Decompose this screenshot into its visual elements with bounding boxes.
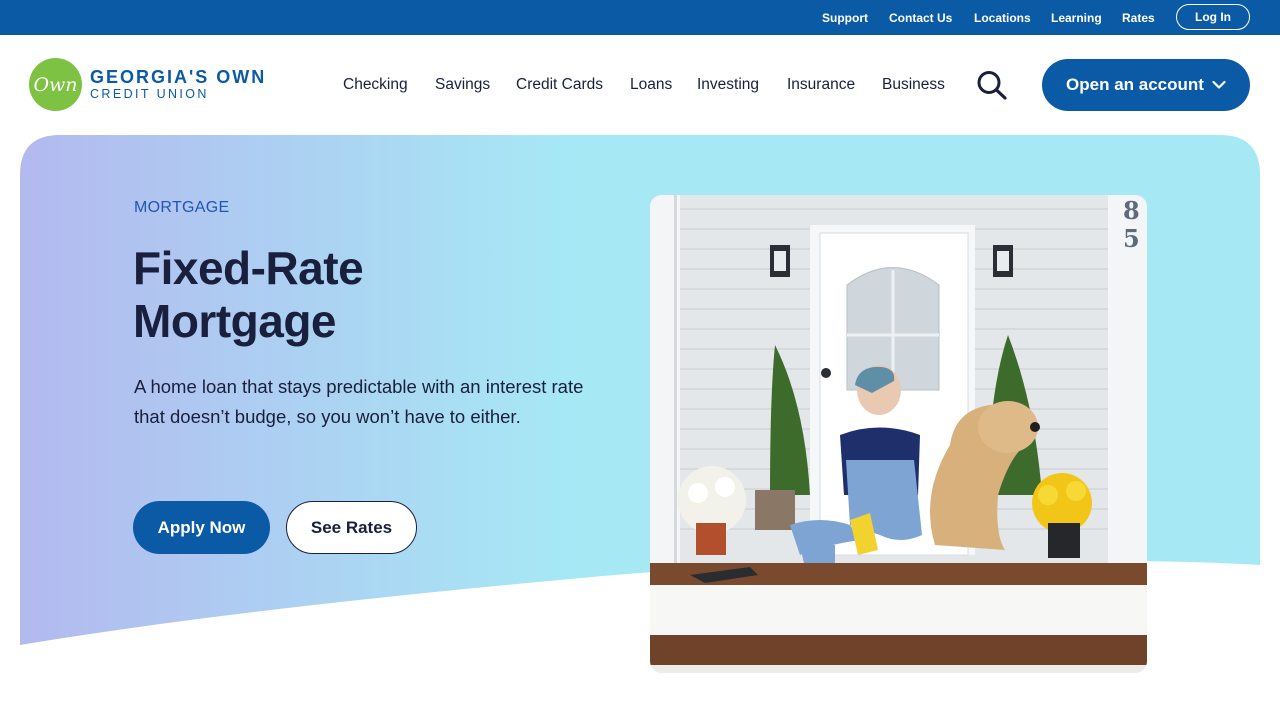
- hero-description: A home loan that stays predictable with …: [134, 376, 584, 427]
- logo[interactable]: Own GEORGIA'S OWN CREDIT UNION: [29, 58, 279, 112]
- utility-link-support[interactable]: Support: [822, 11, 868, 25]
- nav-item-investing[interactable]: Investing: [697, 76, 759, 94]
- logo-subtitle: CREDIT UNION: [90, 87, 209, 101]
- utility-link-learning[interactable]: Learning: [1051, 11, 1102, 25]
- utility-bar: Support Contact Us Locations Learning Ra…: [0, 0, 1280, 35]
- see-rates-button[interactable]: See Rates: [286, 501, 417, 554]
- page-title: Fixed-Rate Mortgage: [133, 242, 364, 347]
- porch-illustration: 8 5: [650, 195, 1147, 673]
- nav-item-business[interactable]: Business: [882, 76, 945, 94]
- open-account-button[interactable]: Open an account: [1042, 59, 1250, 111]
- hero-eyebrow: MORTGAGE: [134, 199, 230, 216]
- utility-link-contact-us[interactable]: Contact Us: [889, 11, 952, 25]
- nav-item-insurance[interactable]: Insurance: [787, 76, 855, 94]
- chevron-down-icon: [1212, 80, 1226, 89]
- search-button[interactable]: [975, 70, 1009, 100]
- house-number-8: 8: [1123, 196, 1140, 225]
- apply-now-button[interactable]: Apply Now: [133, 501, 270, 554]
- utility-link-rates[interactable]: Rates: [1122, 11, 1155, 25]
- nav-item-savings[interactable]: Savings: [435, 76, 490, 94]
- nav-item-credit-cards[interactable]: Credit Cards: [516, 76, 603, 94]
- open-account-label: Open an account: [1066, 75, 1204, 94]
- nav-item-loans[interactable]: Loans: [630, 76, 672, 94]
- house-number-5: 5: [1123, 224, 1140, 253]
- login-button[interactable]: Log In: [1176, 4, 1250, 30]
- hero-photo: 8 5: [650, 195, 1147, 673]
- logo-badge: Own: [29, 58, 82, 111]
- nav-item-checking[interactable]: Checking: [343, 76, 408, 94]
- utility-link-locations[interactable]: Locations: [974, 11, 1031, 25]
- search-icon: [977, 71, 1007, 100]
- logo-title: GEORGIA'S OWN: [90, 67, 267, 87]
